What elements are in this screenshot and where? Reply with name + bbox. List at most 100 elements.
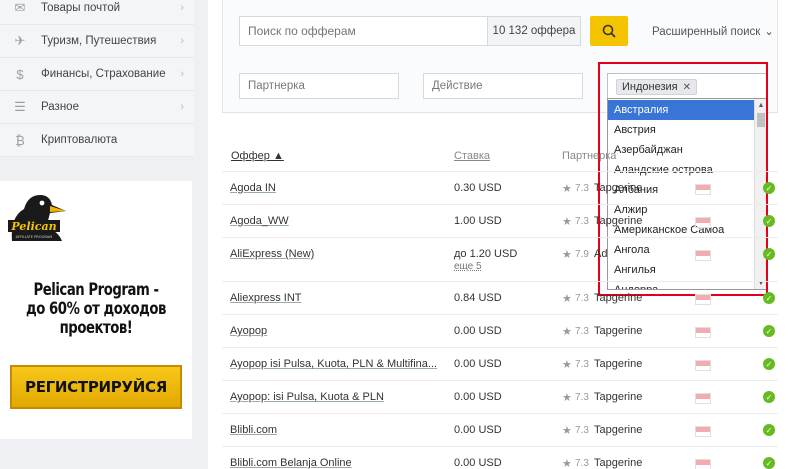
star-icon: ★	[562, 293, 572, 305]
sidebar-item-label: Криптовалюта	[41, 134, 118, 146]
check-circle-icon: ✓	[763, 182, 775, 194]
chevron-right-icon: ›	[180, 101, 184, 113]
chevron-right-icon: ›	[180, 2, 184, 14]
advanced-search-toggle[interactable]: Расширенный поиск ⌄	[652, 24, 774, 38]
sidebar-item-mail-goods[interactable]: ✉ Товары почтой ›	[0, 0, 194, 25]
check-circle-icon: ✓	[763, 391, 775, 403]
sidebar-item-label: Финансы, Страхование	[41, 68, 166, 80]
offer-name-link[interactable]: Ayopop	[230, 325, 267, 337]
offer-rate: 1.00 USD	[454, 215, 502, 227]
offer-count: 10 132 оффера	[487, 16, 581, 46]
check-circle-icon: ✓	[763, 424, 775, 436]
column-header-rate[interactable]: Ставка	[454, 150, 490, 162]
plane-icon: ✈	[14, 33, 26, 48]
partner-select[interactable]: Партнерка	[239, 73, 399, 99]
sidebar-item-label: Туризм, Путешествия	[41, 35, 157, 47]
table-row[interactable]: AliExpress (New) до 1.20 USD еще 5 ★ 7.9 Ad ✓	[222, 237, 778, 272]
chevron-down-icon: ⌄	[764, 26, 774, 38]
indonesia-flag-icon	[695, 217, 711, 228]
chevron-right-icon: ›	[180, 68, 184, 80]
partner-score: 7.3	[575, 392, 589, 403]
check-circle-icon: ✓	[763, 457, 775, 469]
partner-name: Ad	[594, 248, 608, 260]
offer-search-input[interactable]	[239, 16, 487, 46]
table-row[interactable]: Ayopop isi Pulsa, Kuota, PLN & Multifina…	[222, 347, 778, 380]
offer-name-link[interactable]: Agoda IN	[230, 182, 276, 194]
partner-score: 7.3	[575, 425, 589, 436]
partner-name: Tapgerine	[594, 292, 643, 304]
partner-name: Tapgerine	[594, 391, 643, 403]
list-icon: ☰	[14, 99, 26, 114]
check-circle-icon: ✓	[763, 248, 775, 260]
offer-name-link[interactable]: Agoda_WW	[230, 215, 289, 227]
sidebar-item-label: Товары почтой	[41, 2, 121, 14]
partner-name: Tapgerine	[594, 182, 643, 194]
indonesia-flag-icon	[695, 360, 711, 371]
pelican-banner[interactable]: Pelican AFFILIATE PROGRAM Pelican Progra…	[0, 181, 192, 439]
indonesia-flag-icon	[695, 393, 711, 404]
offer-name-link[interactable]: Ayopop isi Pulsa, Kuota, PLN & Multifina…	[230, 358, 437, 370]
offer-rate: 0.30 USD	[454, 182, 502, 194]
offer-name-link[interactable]: AliExpress (New)	[230, 248, 314, 260]
check-circle-icon: ✓	[763, 358, 775, 370]
partner-score: 7.3	[575, 183, 589, 194]
search-button[interactable]	[590, 16, 628, 46]
indonesia-flag-icon	[695, 426, 711, 437]
partner-score: 7.3	[575, 359, 589, 370]
sidebar: ✉ Товары почтой › ✈ Туризм, Путешествия …	[0, 0, 200, 469]
column-header-partner[interactable]: Партнерка	[562, 150, 616, 162]
partner-name: Tapgerine	[594, 325, 643, 337]
partner-score: 7.3	[575, 458, 589, 469]
column-header-offer[interactable]: Оффер ▲	[231, 150, 284, 162]
partner-score: 7.3	[575, 326, 589, 337]
pelican-logo: Pelican AFFILIATE PROGRAM	[6, 187, 68, 243]
svg-text:Pelican: Pelican	[10, 220, 56, 233]
offer-name-link[interactable]: Blibli.com Belanja Online	[230, 457, 352, 469]
offer-rate: 0.00 USD	[454, 391, 502, 403]
star-icon: ★	[562, 425, 572, 437]
star-icon: ★	[562, 216, 572, 228]
search-icon	[602, 24, 616, 38]
star-icon: ★	[562, 183, 572, 195]
star-icon: ★	[562, 392, 572, 404]
offer-rate: 0.00 USD	[454, 325, 502, 337]
svg-text:AFFILIATE PROGRAM: AFFILIATE PROGRAM	[16, 235, 53, 239]
table-row[interactable]: Blibli.com 0.00 USD ★ 7.3 Tapgerine ✓	[222, 413, 778, 446]
sidebar-item-travel[interactable]: ✈ Туризм, Путешествия ›	[0, 25, 194, 58]
offer-name-link[interactable]: Ayopop: isi Pulsa, Kuota & PLN	[230, 391, 384, 403]
offer-rate: 0.00 USD	[454, 358, 502, 370]
offer-rate: 0.00 USD	[454, 457, 502, 469]
table-row[interactable]: Ayopop: isi Pulsa, Kuota & PLN 0.00 USD ★ 7…	[222, 380, 778, 413]
partner-name: Tapgerine	[594, 215, 643, 227]
register-button[interactable]: РЕГИСТРИРУЙСЯ	[10, 365, 182, 409]
indonesia-flag-icon	[695, 459, 711, 469]
offer-rate: до 1.20 USD	[454, 248, 518, 260]
bitcoin-icon: ₿	[15, 132, 25, 148]
table-row[interactable]: Agoda IN 0.30 USD ★ 7.3 Tapgerine ✓	[222, 171, 778, 204]
table-row[interactable]: Blibli.com Belanja Online 0.00 USD ★ 7.3 Tap…	[222, 446, 778, 469]
star-icon: ★	[562, 458, 572, 469]
sidebar-item-crypto[interactable]: ₿ Криптовалюта	[0, 124, 194, 157]
check-circle-icon: ✓	[763, 215, 775, 227]
offer-rate: 0.84 USD	[454, 292, 502, 304]
partner-score: 7.9	[575, 249, 589, 260]
more-rates-link[interactable]: еще 5	[454, 261, 482, 272]
sidebar-item-misc[interactable]: ☰ Разное ›	[0, 91, 194, 124]
partner-name: Tapgerine	[594, 457, 643, 469]
money-bag-icon: $	[16, 66, 24, 82]
banner-headline: Pelican Program - до 60% от доходов прое…	[26, 280, 166, 338]
offer-name-link[interactable]: Aliexpress INT	[230, 292, 302, 304]
indonesia-flag-icon	[695, 327, 711, 338]
offer-name-link[interactable]: Blibli.com	[230, 424, 277, 436]
star-icon: ★	[562, 359, 572, 371]
mail-icon: ✉	[14, 0, 26, 15]
table-row[interactable]: Agoda_WW 1.00 USD ★ 7.3 Tapgerine ✓	[222, 204, 778, 237]
table-row[interactable]: Aliexpress INT 0.84 USD ★ 7.3 Tapgerine ✓	[222, 281, 778, 314]
action-select[interactable]: Действие	[423, 73, 583, 99]
table-row[interactable]: Ayopop 0.00 USD ★ 7.3 Tapgerine ✓	[222, 314, 778, 347]
sidebar-item-label: Разное	[41, 101, 79, 113]
sidebar-item-finance[interactable]: $ Финансы, Страхование ›	[0, 58, 194, 91]
star-icon: ★	[562, 249, 572, 261]
check-circle-icon: ✓	[763, 325, 775, 337]
indonesia-flag-icon	[695, 294, 711, 305]
